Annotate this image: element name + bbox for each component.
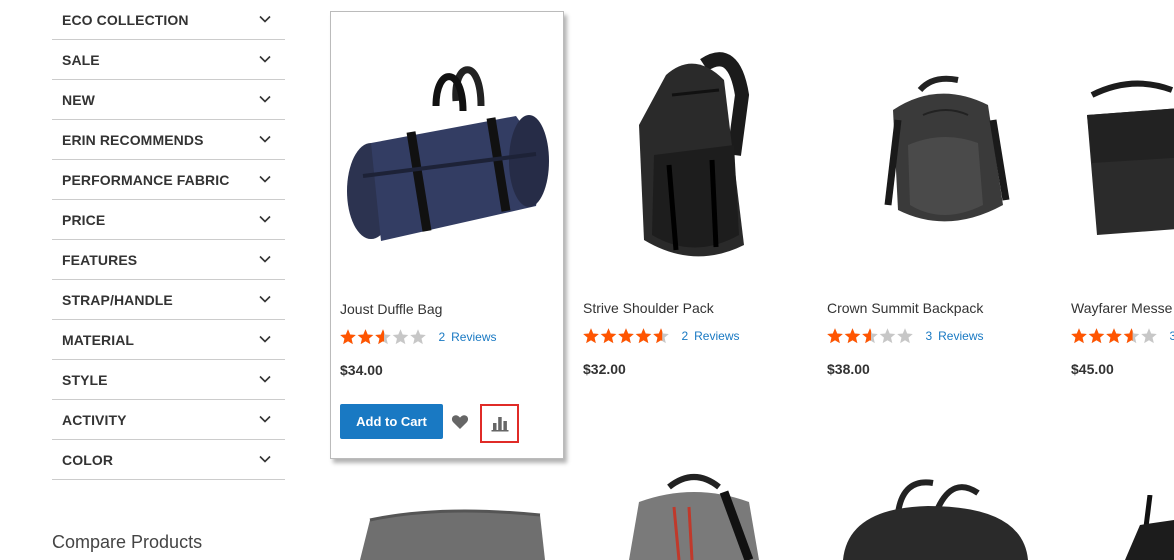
- filter-label: ACTIVITY: [62, 412, 127, 428]
- product-image[interactable]: [584, 462, 798, 560]
- filter-label: COLOR: [62, 452, 114, 468]
- product-name[interactable]: Strive Shoulder Pack: [583, 300, 714, 316]
- filter-color[interactable]: COLOR: [52, 440, 285, 480]
- chevron-down-icon: [259, 95, 271, 103]
- review-count: 3: [925, 328, 933, 343]
- filter-price[interactable]: PRICE: [52, 200, 285, 240]
- product-price: $34.00: [340, 362, 383, 378]
- filter-eco-collection[interactable]: ECO COLLECTION: [52, 0, 285, 40]
- chevron-down-icon: [259, 255, 271, 263]
- filter-performance-fabric[interactable]: PERFORMANCE FABRIC: [52, 160, 285, 200]
- filter-label: ECO COLLECTION: [62, 12, 189, 28]
- rating-stars-icon: [1071, 328, 1157, 343]
- bar-chart-icon: [491, 417, 509, 432]
- compare-products-title: Compare Products: [52, 532, 203, 552]
- filter-label: PERFORMANCE FABRIC: [62, 172, 230, 188]
- product-name[interactable]: Wayfarer Messe: [1071, 300, 1172, 316]
- add-to-cart-button[interactable]: Add to Cart: [340, 404, 443, 439]
- heart-icon[interactable]: [451, 413, 469, 431]
- product-rating: 3: [1071, 327, 1174, 345]
- filter-label: MATERIAL: [62, 332, 135, 348]
- chevron-down-icon: [259, 335, 271, 343]
- filter-label: PRICE: [62, 212, 106, 228]
- chevron-down-icon: [259, 415, 271, 423]
- filter-label: STYLE: [62, 372, 108, 388]
- rating-stars-icon: [827, 328, 913, 343]
- review-count: 2: [681, 328, 689, 343]
- reviews-link[interactable]: 3: [1169, 329, 1174, 343]
- filter-material[interactable]: MATERIAL: [52, 320, 285, 360]
- filter-erin-recommends[interactable]: ERIN RECOMMENDS: [52, 120, 285, 160]
- review-count: 2: [438, 329, 446, 344]
- filter-style[interactable]: STYLE: [52, 360, 285, 400]
- product-item-strive-shoulder-pack[interactable]: Strive Shoulder Pack 2 Reviews $32.00: [574, 11, 808, 459]
- chevron-down-icon: [259, 175, 271, 183]
- chevron-down-icon: [259, 55, 271, 63]
- layered-navigation: ECO COLLECTION SALE NEW ERIN RECOMMENDS …: [52, 0, 285, 480]
- product-item-wayfarer-messenger[interactable]: Wayfarer Messe 3 $45.00: [1062, 11, 1174, 459]
- product-name[interactable]: Crown Summit Backpack: [827, 300, 983, 316]
- chevron-down-icon: [259, 215, 271, 223]
- reviews-label: Reviews: [694, 328, 740, 343]
- chevron-down-icon: [259, 295, 271, 303]
- reviews-label: Reviews: [938, 328, 984, 343]
- reviews-link[interactable]: 2 Reviews: [438, 330, 496, 344]
- filter-features[interactable]: FEATURES: [52, 240, 285, 280]
- reviews-label: Reviews: [451, 329, 497, 344]
- product-price: $32.00: [583, 361, 626, 377]
- filter-label: STRAP/HANDLE: [62, 292, 173, 308]
- reviews-link[interactable]: 3 Reviews: [925, 329, 983, 343]
- product-item-joust-duffle-bag[interactable]: Joust Duffle Bag 2 Reviews $34.00 Add to …: [330, 11, 564, 459]
- product-image[interactable]: [828, 478, 1042, 560]
- product-image[interactable]: [340, 500, 554, 560]
- reviews-link[interactable]: 2 Reviews: [681, 329, 739, 343]
- chevron-down-icon: [259, 135, 271, 143]
- filter-label: FEATURES: [62, 252, 138, 268]
- filter-label: NEW: [62, 92, 95, 108]
- product-image[interactable]: [1120, 495, 1174, 560]
- product-rating: 2 Reviews: [583, 327, 740, 345]
- chevron-down-icon: [259, 15, 271, 23]
- add-to-compare-button[interactable]: [480, 404, 519, 443]
- filter-strap-handle[interactable]: STRAP/HANDLE: [52, 280, 285, 320]
- chevron-down-icon: [259, 455, 271, 463]
- product-image[interactable]: [1072, 35, 1174, 285]
- filter-label: ERIN RECOMMENDS: [62, 132, 204, 148]
- product-price: $45.00: [1071, 361, 1114, 377]
- review-count: 3: [1169, 328, 1174, 343]
- product-image[interactable]: [828, 35, 1042, 285]
- filter-label: SALE: [62, 52, 100, 68]
- filter-sale[interactable]: SALE: [52, 40, 285, 80]
- product-rating: 3 Reviews: [827, 327, 984, 345]
- filter-new[interactable]: NEW: [52, 80, 285, 120]
- product-name[interactable]: Joust Duffle Bag: [340, 301, 442, 317]
- product-price: $38.00: [827, 361, 870, 377]
- product-rating: 2 Reviews: [340, 328, 497, 346]
- product-item-crown-summit-backpack[interactable]: Crown Summit Backpack 3 Reviews $38.00: [818, 11, 1052, 459]
- rating-stars-icon: [583, 328, 669, 343]
- product-image[interactable]: [584, 35, 798, 285]
- filter-activity[interactable]: ACTIVITY: [52, 400, 285, 440]
- star-filled: [583, 328, 663, 343]
- product-image[interactable]: [341, 36, 555, 286]
- chevron-down-icon: [259, 375, 271, 383]
- rating-stars-icon: [340, 329, 426, 344]
